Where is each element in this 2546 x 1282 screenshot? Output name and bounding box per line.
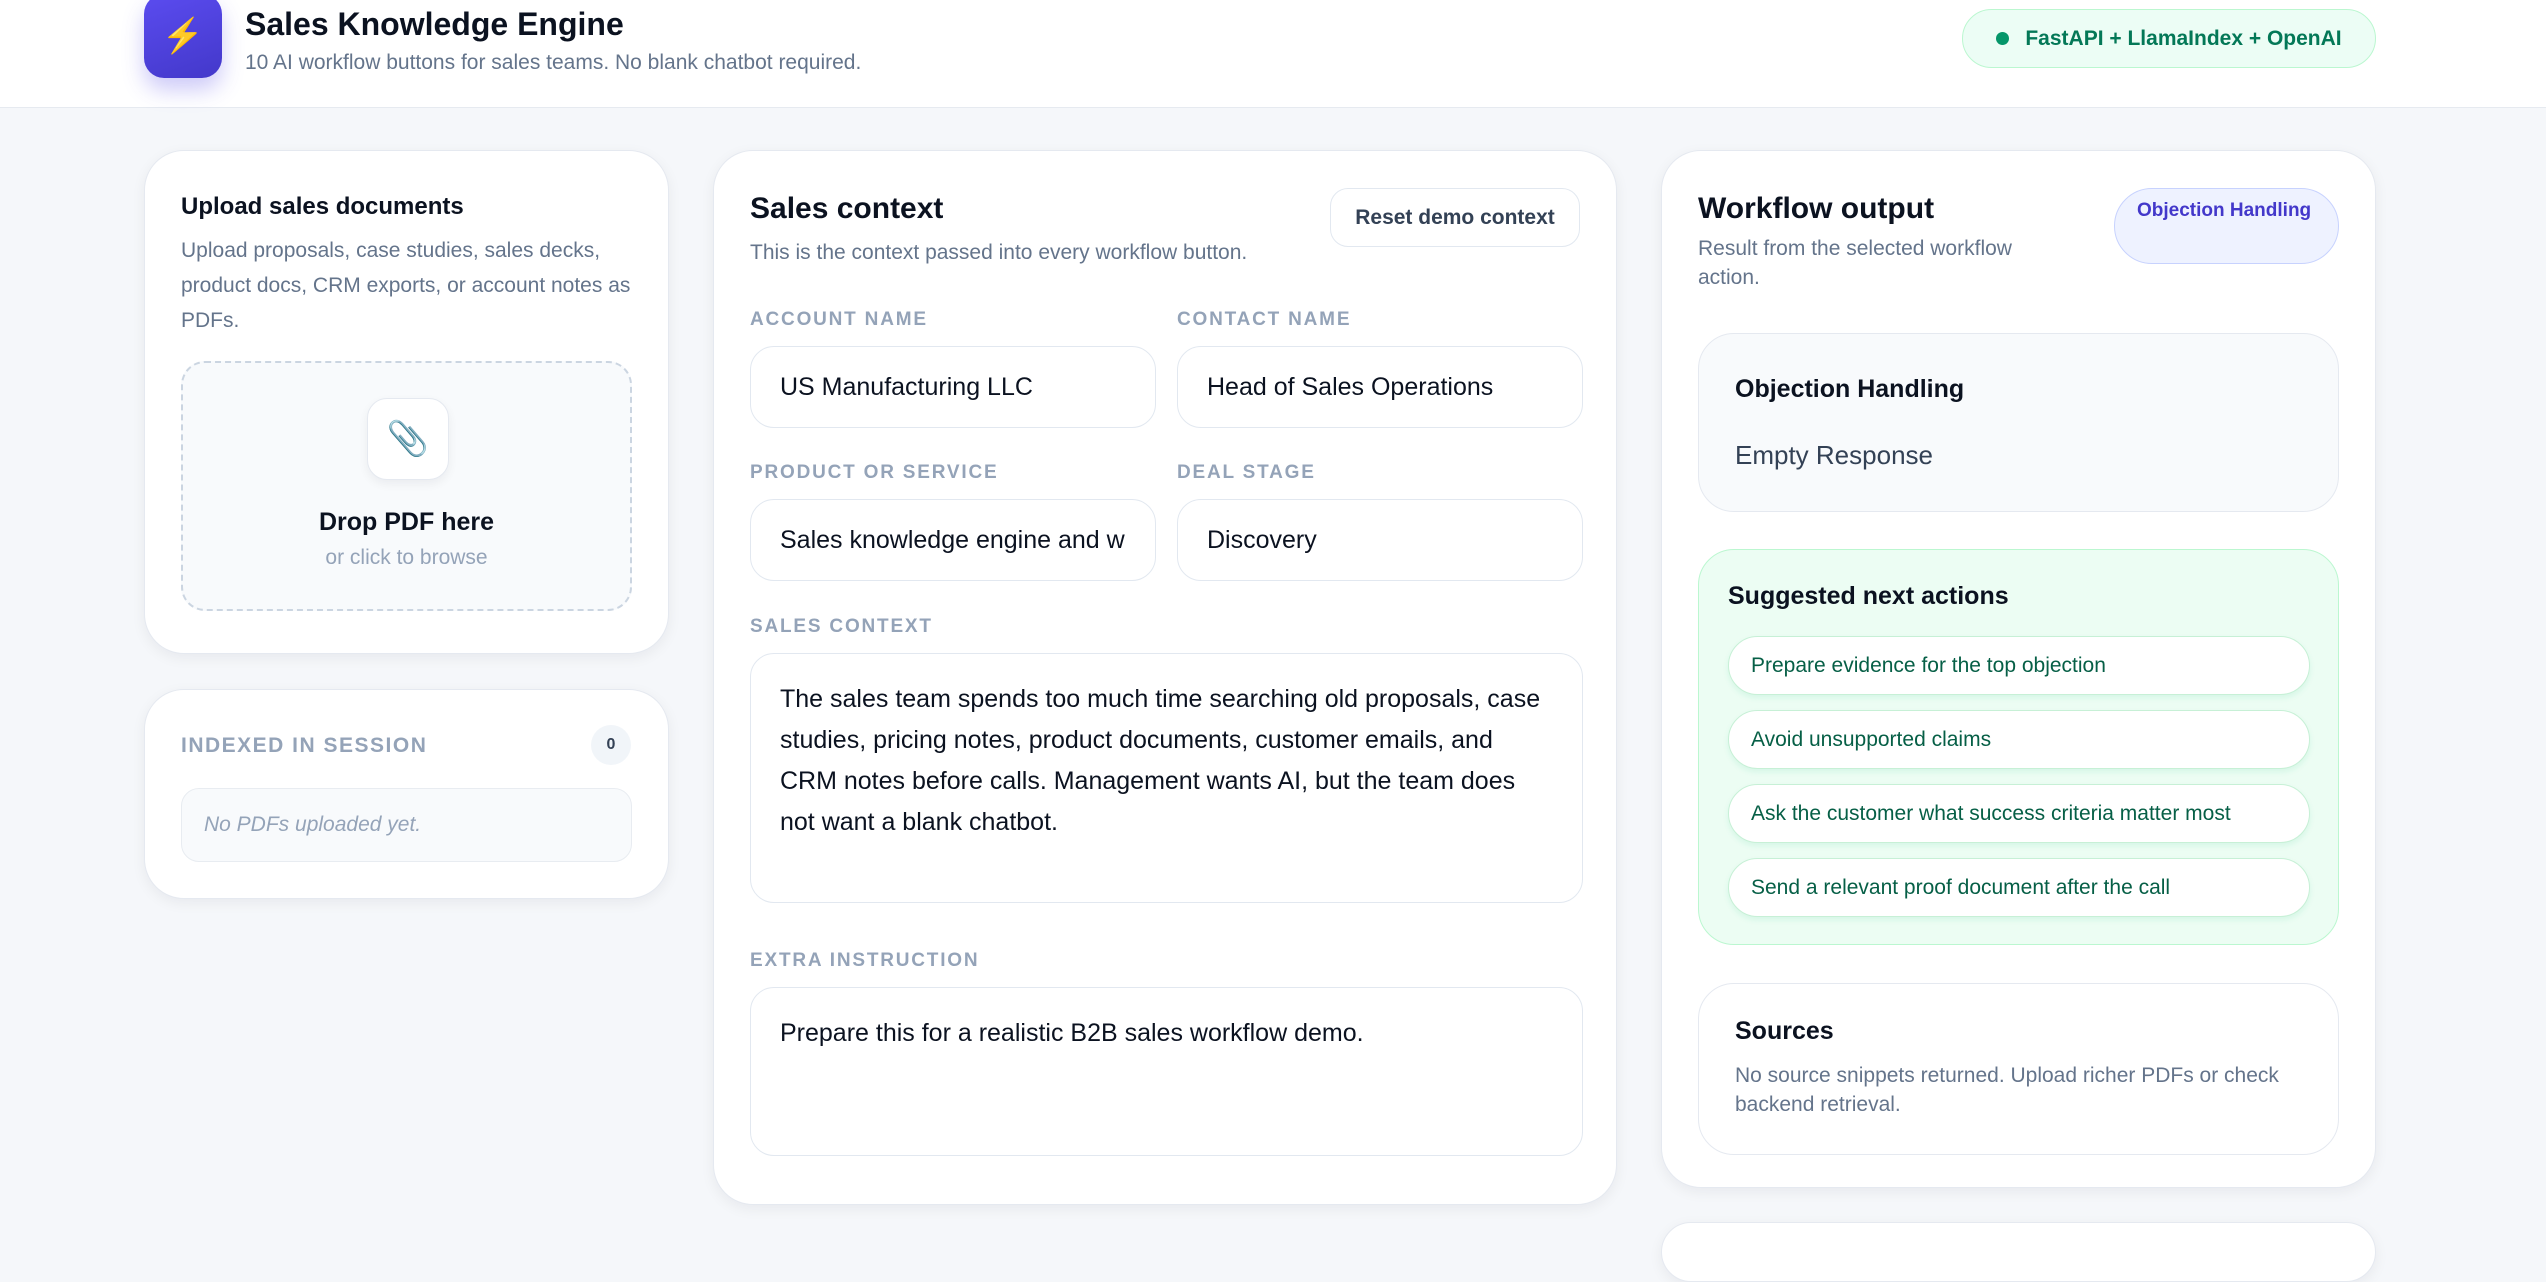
- next-action-item[interactable]: Send a relevant proof document after the…: [1728, 858, 2310, 917]
- deal-stage-input[interactable]: Discovery: [1177, 499, 1583, 581]
- context-title: Sales context: [750, 192, 944, 225]
- next-actions-card: Suggested next actions Prepare evidence …: [1698, 549, 2339, 945]
- stack-badge: FastAPI + LlamaIndex + OpenAI: [1962, 9, 2376, 68]
- stack-badge-label: FastAPI + LlamaIndex + OpenAI: [2025, 26, 2342, 50]
- sources-card: Sources No source snippets returned. Upl…: [1698, 983, 2339, 1155]
- top-bar: ⚡ Sales Knowledge Engine 10 AI workflow …: [0, 0, 2546, 108]
- indexed-label: INDEXED IN SESSION: [181, 734, 428, 757]
- indexed-count-badge: 0: [591, 725, 631, 765]
- status-dot-icon: [1996, 32, 2010, 45]
- sales-context-textarea[interactable]: The sales team spends too much time sear…: [750, 653, 1583, 903]
- sources-title: Sources: [1735, 1017, 1834, 1045]
- output-title: Workflow output: [1698, 192, 1935, 225]
- next-card: [1661, 1222, 2376, 1282]
- product-input[interactable]: Sales knowledge engine and w: [750, 499, 1156, 581]
- app-title: Sales Knowledge Engine: [245, 6, 624, 42]
- upload-card: Upload sales documents Upload proposals,…: [144, 150, 669, 654]
- product-label: PRODUCT OR SERVICE: [750, 462, 999, 483]
- workflow-badge: Objection Handling: [2114, 188, 2339, 264]
- pdf-dropzone[interactable]: 📎 Drop PDF here or click to browse: [181, 361, 632, 611]
- context-subtitle: This is the context passed into every wo…: [750, 241, 1248, 264]
- next-action-item[interactable]: Prepare evidence for the top objection: [1728, 636, 2310, 695]
- dropzone-browse-hint: or click to browse: [325, 546, 488, 569]
- dropzone-title: Drop PDF here: [318, 508, 495, 536]
- contact-name-label: CONTACT NAME: [1177, 309, 1352, 330]
- extra-instruction-textarea[interactable]: Prepare this for a realistic B2B sales w…: [750, 987, 1583, 1156]
- output-subtitle: Result from the selected workflow action…: [1698, 237, 2012, 289]
- reset-demo-button[interactable]: Reset demo context: [1330, 188, 1580, 247]
- lightning-icon: ⚡: [144, 0, 222, 78]
- result-body: Empty Response: [1735, 440, 1933, 470]
- account-name-input[interactable]: US Manufacturing LLC: [750, 346, 1156, 428]
- indexed-card: INDEXED IN SESSION 0 No PDFs uploaded ye…: [144, 689, 669, 899]
- sources-body: No source snippets returned. Upload rich…: [1735, 1064, 2279, 1116]
- upload-title: Upload sales documents: [181, 193, 464, 220]
- deal-stage-label: DEAL STAGE: [1177, 462, 1316, 483]
- next-actions-title: Suggested next actions: [1728, 582, 2009, 610]
- paperclip-icon: 📎: [367, 398, 449, 480]
- contact-name-input[interactable]: Head of Sales Operations: [1177, 346, 1583, 428]
- extra-instruction-label: EXTRA INSTRUCTION: [750, 950, 980, 971]
- account-name-label: ACCOUNT NAME: [750, 309, 928, 330]
- indexed-empty-state: No PDFs uploaded yet.: [181, 788, 632, 862]
- sales-context-label: SALES CONTEXT: [750, 616, 933, 637]
- upload-description: Upload proposals, case studies, sales de…: [181, 239, 631, 332]
- sales-context-card: Sales context This is the context passed…: [713, 150, 1617, 1205]
- result-title: Objection Handling: [1735, 375, 1965, 403]
- app-subtitle: 10 AI workflow buttons for sales teams. …: [245, 51, 862, 74]
- next-action-item[interactable]: Avoid unsupported claims: [1728, 710, 2310, 769]
- result-card: Objection Handling Empty Response: [1698, 333, 2339, 512]
- workflow-output-card: Workflow output Result from the selected…: [1661, 150, 2376, 1188]
- next-action-item[interactable]: Ask the customer what success criteria m…: [1728, 784, 2310, 843]
